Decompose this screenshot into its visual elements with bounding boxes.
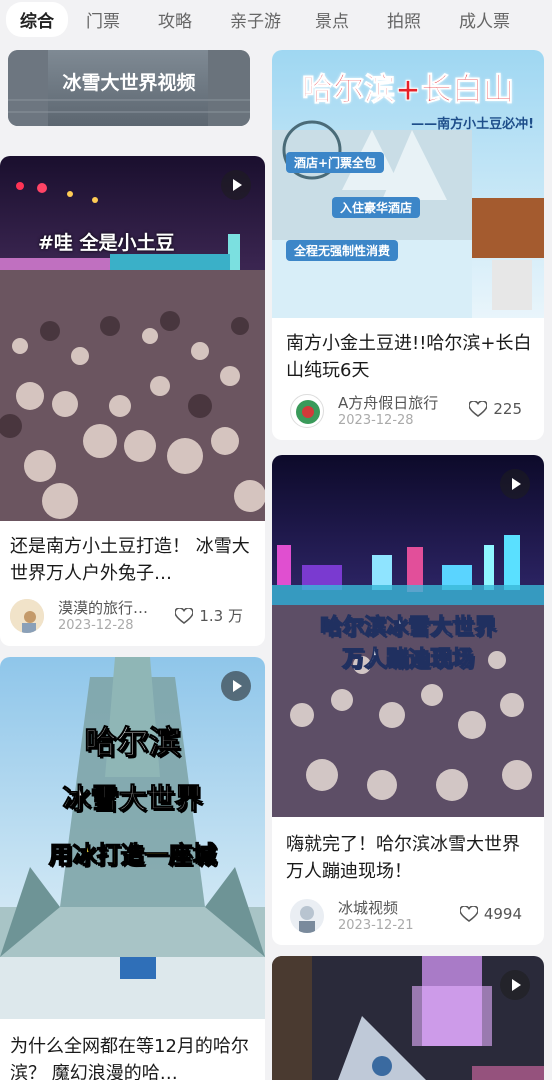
video-card[interactable]: #哇 全是小土豆 还是南方小土豆打造！ 冰雪大世界万人户外兔子… 漠漠的旅行… … bbox=[0, 156, 265, 646]
post-date: 2023-12-21 bbox=[338, 918, 414, 933]
author-name[interactable]: 漠漠的旅行… bbox=[58, 597, 148, 618]
tab-family-trip[interactable]: 亲子游 bbox=[230, 7, 281, 32]
video-card[interactable]: 哈尔滨+长白山 ——南方小土豆必冲! 酒店+门票全包 入住豪华酒店 全程无强制性… bbox=[272, 50, 544, 440]
like-button[interactable]: 1.3 万 bbox=[175, 605, 243, 626]
like-button[interactable]: 4994 bbox=[459, 905, 522, 923]
video-card[interactable] bbox=[272, 956, 544, 1080]
like-count: 1.3 万 bbox=[199, 607, 243, 625]
author-name[interactable]: A方舟假日旅行 bbox=[338, 392, 438, 413]
heart-icon bbox=[459, 906, 478, 922]
thumbnail-caption: 哈尔滨+长白山 bbox=[302, 72, 515, 109]
author-row: A方舟假日旅行 2023-12-28 225 bbox=[290, 392, 534, 432]
tag-label: 全程无强制性消费 bbox=[286, 240, 399, 261]
play-icon bbox=[221, 170, 251, 200]
tab-adult-tickets[interactable]: 成人票 bbox=[459, 7, 510, 32]
thumbnail-caption: 冰雪大世界视频 bbox=[62, 72, 196, 94]
tab-tickets[interactable]: 门票 bbox=[86, 7, 120, 32]
avatar[interactable] bbox=[290, 899, 324, 933]
heart-icon bbox=[469, 401, 488, 417]
card-title: 还是南方小土豆打造！ 冰雪大世界万人户外兔子… bbox=[10, 536, 250, 584]
video-card[interactable]: 哈尔滨冰雪大世界 万人蹦迪现场 嗨就完了！哈尔滨冰雪大世界万人蹦迪现场！ 冰城视… bbox=[272, 455, 544, 945]
tab-attractions[interactable]: 景点 bbox=[315, 7, 349, 32]
video-card-top-left[interactable]: 冰雪大世界视频 bbox=[8, 50, 250, 126]
video-thumbnail bbox=[0, 156, 265, 521]
avatar[interactable] bbox=[290, 394, 324, 428]
thumbnail-caption-line1: 哈尔滨冰雪大世界 bbox=[319, 615, 496, 641]
author-row: 漠漠的旅行… 2023-12-28 1.3 万 bbox=[10, 597, 255, 637]
tab-guides[interactable]: 攻略 bbox=[158, 7, 192, 32]
play-icon bbox=[500, 469, 530, 499]
category-tab-bar: 综合 门票 攻略 亲子游 景点 拍照 成人票 bbox=[0, 0, 552, 38]
thumbnail-caption-line1: 哈尔滨 bbox=[84, 723, 181, 762]
post-date: 2023-12-28 bbox=[338, 413, 414, 428]
like-count: 225 bbox=[493, 400, 522, 418]
post-date: 2023-12-28 bbox=[58, 618, 134, 633]
author-name[interactable]: 冰城视频 bbox=[338, 897, 398, 918]
author-row: 冰城视频 2023-12-21 4994 bbox=[290, 897, 534, 937]
play-icon bbox=[500, 970, 530, 1000]
thumbnail-caption-line2: 万人蹦迪现场 bbox=[341, 647, 474, 673]
heart-icon bbox=[175, 607, 194, 624]
card-title: 嗨就完了！哈尔滨冰雪大世界万人蹦迪现场！ bbox=[286, 834, 520, 882]
tag-label: 酒店+门票全包 bbox=[286, 152, 385, 173]
thumbnail-subcaption: ——南方小土豆必冲! bbox=[411, 117, 534, 132]
card-title: 为什么全网都在等12月的哈尔滨？ 魔幻浪漫的哈… bbox=[10, 1036, 249, 1080]
play-icon bbox=[221, 671, 251, 701]
thumbnail-caption-line2: 冰雪大世界 bbox=[62, 782, 203, 816]
video-card[interactable]: 哈尔滨 冰雪大世界 用冰打造一座城 为什么全网都在等12月的哈尔滨？ 魔幻浪漫的… bbox=[0, 657, 265, 1080]
avatar[interactable] bbox=[10, 599, 44, 633]
thumbnail-caption: #哇 全是小土豆 bbox=[38, 232, 175, 254]
thumbnail-caption-line3: 用冰打造一座城 bbox=[48, 841, 217, 870]
like-button[interactable]: 225 bbox=[469, 400, 522, 418]
tab-comprehensive[interactable]: 综合 bbox=[6, 1, 68, 37]
tab-photography[interactable]: 拍照 bbox=[387, 7, 421, 32]
like-count: 4994 bbox=[483, 905, 522, 923]
card-title: 南方小金土豆进!!哈尔滨+长白山纯玩6天 bbox=[286, 333, 532, 381]
tag-label: 入住豪华酒店 bbox=[332, 197, 421, 218]
